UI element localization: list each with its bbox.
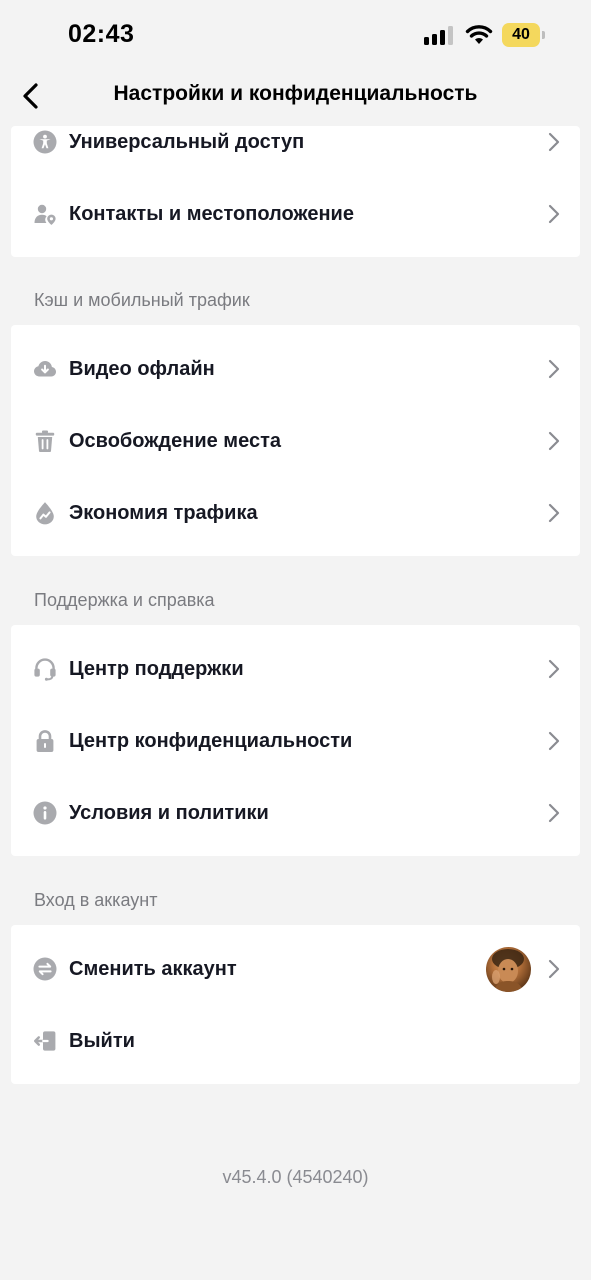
cloud-download-icon <box>34 361 56 377</box>
row-logout[interactable]: Выйти <box>11 1005 580 1077</box>
data-saver-icon <box>36 502 54 525</box>
battery-level: 40 <box>512 26 530 43</box>
chevron-right-icon <box>548 503 560 523</box>
accessibility-icon <box>33 130 57 154</box>
row-label: Контакты и местоположение <box>69 202 354 225</box>
status-time: 02:43 <box>68 20 135 48</box>
battery-nub <box>542 31 545 39</box>
logout-icon <box>34 1031 56 1051</box>
row-label: Центр конфиденциальности <box>69 729 353 752</box>
chevron-right-icon <box>548 731 560 751</box>
row-support-center[interactable]: Центр поддержки <box>11 633 580 705</box>
section-title-cache: Кэш и мобильный трафик <box>34 290 250 310</box>
chevron-right-icon <box>548 359 560 379</box>
status-bar: 02:43 40 <box>0 0 591 72</box>
switch-account-icon <box>33 957 57 981</box>
row-label: Центр поддержки <box>69 657 244 680</box>
header: Настройки и конфиденциальность <box>0 72 591 124</box>
chevron-right-icon <box>548 431 560 451</box>
trash-icon <box>35 430 55 452</box>
row-label: Экономия трафика <box>69 501 258 524</box>
row-free-space[interactable]: Освобождение места <box>11 405 580 477</box>
battery-indicator: 40 <box>502 23 540 47</box>
row-label: Освобождение места <box>69 429 281 452</box>
card-cache: Видео офлайн Освобождение места Экономия <box>11 325 580 556</box>
card-privacy-group: Универсальный доступ Контакты и местопол… <box>11 126 580 257</box>
contacts-location-icon <box>34 204 56 225</box>
row-label: Сменить аккаунт <box>69 957 237 980</box>
row-contacts-location[interactable]: Контакты и местоположение <box>11 178 580 250</box>
chevron-right-icon <box>548 803 560 823</box>
row-privacy-center[interactable]: Центр конфиденциальности <box>11 705 580 777</box>
row-switch-account[interactable]: Сменить аккаунт <box>11 933 580 1005</box>
headset-icon <box>34 658 56 681</box>
page-title: Настройки и конфиденциальность <box>113 82 478 105</box>
info-icon <box>33 801 57 825</box>
row-offline-video[interactable]: Видео офлайн <box>11 333 580 405</box>
row-label: Выйти <box>69 1029 135 1052</box>
card-support: Центр поддержки Центр конфиденциальности <box>11 625 580 856</box>
row-label: Видео офлайн <box>69 357 215 380</box>
wifi-icon <box>465 25 493 44</box>
chevron-right-icon <box>548 659 560 679</box>
card-account: Сменить аккаунт Выйти <box>11 925 580 1084</box>
row-accessibility[interactable]: Универсальный доступ <box>11 126 580 178</box>
chevron-right-icon <box>548 132 560 152</box>
avatar <box>486 947 531 992</box>
cellular-signal-icon <box>424 25 456 45</box>
section-title-support: Поддержка и справка <box>34 590 215 610</box>
lock-icon <box>36 730 54 752</box>
settings-screen: 02:43 40 Настройки и конфиденциальность <box>0 0 591 1280</box>
row-label: Универсальный доступ <box>69 130 305 153</box>
chevron-right-icon <box>548 204 560 224</box>
chevron-right-icon <box>548 959 560 979</box>
row-label: Условия и политики <box>69 801 269 824</box>
app-version: v45.4.0 (4540240) <box>222 1167 369 1187</box>
row-data-saver[interactable]: Экономия трафика <box>11 477 580 549</box>
row-terms-policies[interactable]: Условия и политики <box>11 777 580 849</box>
section-title-account: Вход в аккаунт <box>34 890 158 910</box>
